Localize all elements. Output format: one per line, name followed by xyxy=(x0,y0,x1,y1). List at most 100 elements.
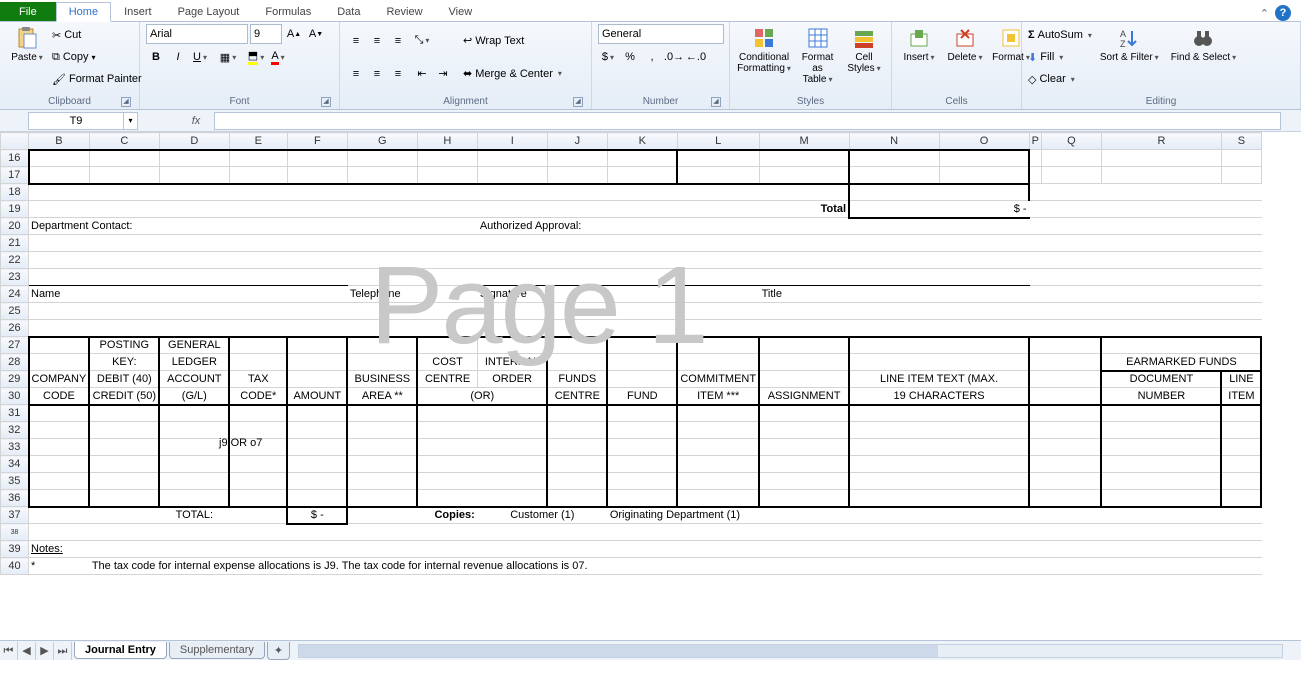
grid-area[interactable]: Page 1 B C D E F G H I J K L M N O P Q R… xyxy=(0,132,1301,660)
bold-button[interactable]: B xyxy=(146,47,166,67)
col-header[interactable]: M xyxy=(759,133,849,150)
percent-button[interactable]: % xyxy=(620,47,640,67)
col-header[interactable]: C xyxy=(89,133,159,150)
increase-decimal-button[interactable]: .0→ xyxy=(664,47,684,67)
row-header[interactable]: 29 xyxy=(1,371,29,388)
sheet-tab-supplementary[interactable]: Supplementary xyxy=(169,642,265,659)
row-header[interactable]: 31 xyxy=(1,405,29,422)
tab-insert[interactable]: Insert xyxy=(111,2,165,21)
col-header[interactable]: H xyxy=(417,133,477,150)
grow-font-button[interactable]: A▲ xyxy=(284,24,304,44)
sheet-nav-last[interactable]: ⏭ xyxy=(54,642,72,660)
number-dialog-launcher[interactable]: ◢ xyxy=(711,97,721,107)
col-header[interactable]: G xyxy=(347,133,417,150)
row-header[interactable]: 40 xyxy=(1,558,29,575)
row-header[interactable]: 22 xyxy=(1,252,29,269)
fill-color-button[interactable]: ⬒ xyxy=(246,47,266,67)
merge-center-button[interactable]: ⬌Merge & Center xyxy=(463,63,562,85)
font-color-button[interactable]: A xyxy=(268,47,288,67)
minimize-ribbon-icon[interactable]: ⌃ xyxy=(1260,7,1269,20)
col-header[interactable]: P xyxy=(1029,133,1041,150)
format-as-table-button[interactable]: Format as Table xyxy=(796,24,839,87)
orientation-button[interactable]: ⤡ xyxy=(412,31,432,51)
row-header[interactable]: 35 xyxy=(1,473,29,490)
new-sheet-button[interactable]: ✦ xyxy=(267,642,290,660)
tab-data[interactable]: Data xyxy=(324,2,373,21)
col-header[interactable]: J xyxy=(547,133,607,150)
horizontal-scrollbar[interactable] xyxy=(298,644,1283,658)
clipboard-dialog-launcher[interactable]: ◢ xyxy=(121,97,131,107)
number-format-select[interactable] xyxy=(598,24,724,44)
fill-button[interactable]: ⬇ Fill xyxy=(1028,46,1092,68)
accounting-format-button[interactable]: $ xyxy=(598,47,618,67)
total-footer-value[interactable]: $ - xyxy=(287,507,347,524)
cell-styles-button[interactable]: Cell Styles xyxy=(843,24,885,76)
underline-button[interactable]: U xyxy=(190,47,210,67)
row-header[interactable]: 27 xyxy=(1,337,29,354)
col-header[interactable]: F xyxy=(287,133,347,150)
row-header[interactable]: 32 xyxy=(1,422,29,439)
row-header[interactable]: 16 xyxy=(1,150,29,167)
delete-cells-button[interactable]: Delete xyxy=(944,24,986,65)
find-select-button[interactable]: Find & Select xyxy=(1167,24,1241,65)
col-header[interactable]: E xyxy=(229,133,287,150)
row-header[interactable]: 34 xyxy=(1,456,29,473)
sort-filter-button[interactable]: AZSort & Filter xyxy=(1096,24,1163,65)
row-header[interactable]: 30 xyxy=(1,388,29,405)
row-header[interactable]: 28 xyxy=(1,354,29,371)
font-dialog-launcher[interactable]: ◢ xyxy=(321,97,331,107)
tab-view[interactable]: View xyxy=(436,2,486,21)
help-icon[interactable]: ? xyxy=(1275,5,1291,21)
tab-pagelayout[interactable]: Page Layout xyxy=(165,2,253,21)
row-header[interactable]: 19 xyxy=(1,201,29,218)
row-header[interactable]: 25 xyxy=(1,303,29,320)
col-header[interactable]: R xyxy=(1101,133,1221,150)
paste-button[interactable]: Paste xyxy=(6,24,48,65)
tab-home[interactable]: Home xyxy=(56,2,111,22)
insert-cells-button[interactable]: Insert xyxy=(898,24,940,65)
conditional-formatting-button[interactable]: Conditional Formatting xyxy=(736,24,792,76)
sheet-nav-prev[interactable]: ◀ xyxy=(18,642,36,660)
clear-button[interactable]: ◇ Clear xyxy=(1028,68,1092,90)
font-size-select[interactable] xyxy=(250,24,282,44)
tab-review[interactable]: Review xyxy=(373,2,435,21)
row-header[interactable]: 37 xyxy=(1,507,29,524)
align-middle-button[interactable]: ≡ xyxy=(367,31,387,51)
row-header[interactable]: 36 xyxy=(1,490,29,507)
row-header[interactable]: 39 xyxy=(1,541,29,558)
sheet-tab-journal-entry[interactable]: Journal Entry xyxy=(74,642,167,659)
col-header[interactable]: I xyxy=(477,133,547,150)
decrease-decimal-button[interactable]: ←.0 xyxy=(686,47,706,67)
row-header[interactable]: 24 xyxy=(1,286,29,303)
decrease-indent-button[interactable]: ⇤ xyxy=(412,64,432,84)
row-header[interactable]: 33 xyxy=(1,439,29,456)
row-header[interactable]: 21 xyxy=(1,235,29,252)
row-header[interactable]: 18 xyxy=(1,184,29,201)
col-header[interactable]: B xyxy=(29,133,90,150)
copy-button[interactable]: ⧉Copy▾ xyxy=(52,46,142,68)
alignment-dialog-launcher[interactable]: ◢ xyxy=(573,97,583,107)
formula-input[interactable] xyxy=(214,112,1281,130)
align-bottom-button[interactable]: ≡ xyxy=(388,31,408,51)
tab-file[interactable]: File xyxy=(0,2,56,21)
align-top-button[interactable]: ≡ xyxy=(346,31,366,51)
spreadsheet-grid[interactable]: B C D E F G H I J K L M N O P Q R S 16 1… xyxy=(0,132,1262,575)
select-all-corner[interactable] xyxy=(1,133,29,150)
align-right-button[interactable]: ≡ xyxy=(388,64,408,84)
name-box[interactable] xyxy=(28,112,124,130)
autosum-button[interactable]: Σ AutoSum xyxy=(1028,24,1092,46)
italic-button[interactable]: I xyxy=(168,47,188,67)
row-header[interactable]: 26 xyxy=(1,320,29,337)
row-header[interactable]: 17 xyxy=(1,167,29,184)
col-header[interactable]: N xyxy=(849,133,939,150)
total-value[interactable]: $ - xyxy=(849,201,1029,218)
col-header[interactable]: O xyxy=(939,133,1029,150)
font-family-select[interactable] xyxy=(146,24,248,44)
increase-indent-button[interactable]: ⇥ xyxy=(433,64,453,84)
name-box-dropdown[interactable]: ▾ xyxy=(124,112,138,130)
comma-button[interactable]: , xyxy=(642,47,662,67)
col-header[interactable]: L xyxy=(677,133,759,150)
border-button[interactable]: ▦ xyxy=(218,47,238,67)
row-header[interactable]: 20 xyxy=(1,218,29,235)
align-left-button[interactable]: ≡ xyxy=(346,64,366,84)
